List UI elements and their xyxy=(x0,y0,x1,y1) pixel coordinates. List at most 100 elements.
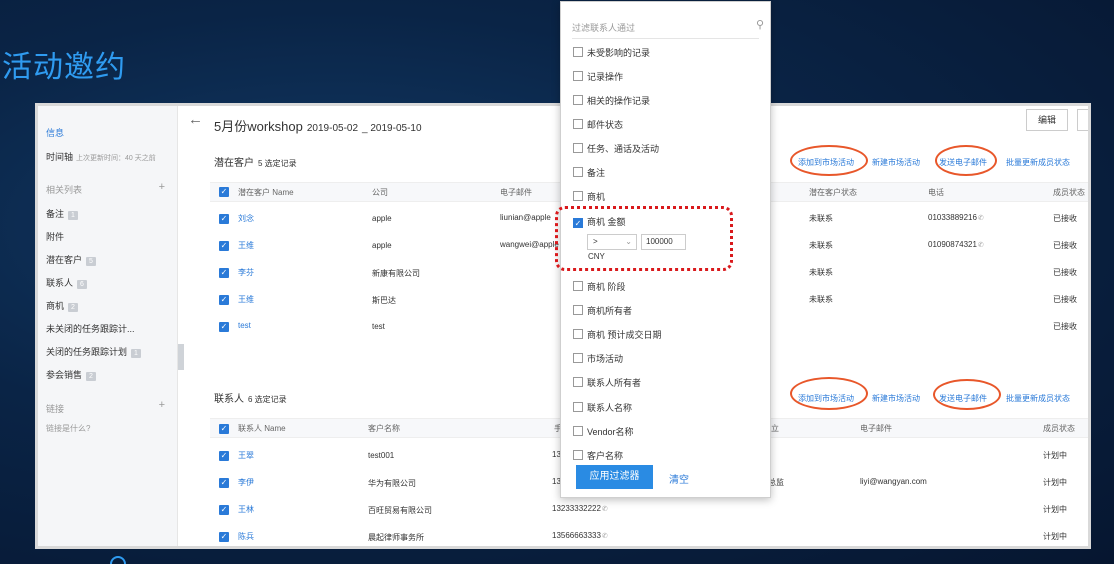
checkbox[interactable] xyxy=(573,167,583,177)
plus-icon[interactable]: + xyxy=(159,181,165,193)
apply-filter-button[interactable]: 应用过滤器 xyxy=(576,465,653,489)
filter-option[interactable]: 联系人所有者 xyxy=(573,376,641,389)
filter-option[interactable]: 商机 预计成交日期 xyxy=(573,328,662,341)
new-campaign-link[interactable]: 新建市场活动 xyxy=(872,393,920,404)
row-checkbox[interactable]: ✓ xyxy=(219,268,229,278)
column-header[interactable]: 电子邮件 xyxy=(500,187,532,198)
filter-option[interactable]: 记录操作 xyxy=(573,70,623,83)
lead-name-link[interactable]: 王维 xyxy=(238,294,254,305)
lead-phone[interactable]: 01090874321✆ xyxy=(928,240,984,249)
column-header[interactable]: 立 xyxy=(771,423,779,434)
column-header[interactable]: 潜在客户 Name xyxy=(238,187,294,198)
contact-phone[interactable]: 13233332222✆ xyxy=(552,504,608,513)
filter-option[interactable]: 任务、通话及活动 xyxy=(573,142,659,155)
bulk-update-status-link[interactable]: 批量更新成员状态 xyxy=(1006,157,1070,168)
row-checkbox[interactable]: ✓ xyxy=(219,322,229,332)
lead-status: 未联系 xyxy=(809,214,833,223)
back-arrow-icon[interactable]: ← xyxy=(188,111,203,128)
lead-name-link[interactable]: 李芬 xyxy=(238,267,254,278)
checkbox[interactable] xyxy=(573,95,583,105)
sidebar-item-attachments[interactable]: 附件 xyxy=(46,230,64,243)
column-header[interactable]: 电子邮件 xyxy=(860,423,892,434)
checkbox[interactable] xyxy=(573,426,583,436)
search-icon[interactable]: ⚲ xyxy=(756,18,764,31)
contact-account[interactable]: 晨起律师事务所 xyxy=(368,532,424,543)
bulk-update-status-link[interactable]: 批量更新成员状态 xyxy=(1006,393,1070,404)
filter-option[interactable]: 客户名称 xyxy=(573,449,623,462)
lead-name-link[interactable]: test xyxy=(238,321,251,330)
contact-account[interactable]: 华为有限公司 xyxy=(368,478,416,489)
row-checkbox[interactable]: ✓ xyxy=(219,505,229,515)
row-checkbox[interactable]: ✓ xyxy=(219,214,229,224)
column-header[interactable]: 成员状态 xyxy=(1043,423,1075,434)
sidebar-item-deals[interactable]: 商机 2 xyxy=(46,299,78,312)
checkbox[interactable] xyxy=(573,353,583,363)
sidebar-item-timeline[interactable]: 时间轴 上次更新时间：40 天之前 xyxy=(46,150,156,163)
row-checkbox[interactable]: ✓ xyxy=(219,478,229,488)
lead-email[interactable]: liunian@apple xyxy=(500,213,551,222)
checkbox[interactable] xyxy=(573,281,583,291)
sidebar-item-leads[interactable]: 潜在客户 5 xyxy=(46,253,96,266)
checkbox[interactable] xyxy=(573,143,583,153)
filter-option[interactable]: 商机 xyxy=(573,190,605,203)
checkbox[interactable] xyxy=(573,305,583,315)
new-campaign-link[interactable]: 新建市场活动 xyxy=(872,157,920,168)
plus-icon[interactable]: + xyxy=(159,399,165,411)
sidebar-item-contacts[interactable]: 联系人 6 xyxy=(46,276,87,289)
column-header[interactable]: 潜在客户状态 xyxy=(809,187,857,198)
column-header[interactable]: 电话 xyxy=(928,187,944,198)
lead-name-link[interactable]: 刘念 xyxy=(238,213,254,224)
filter-option[interactable]: 备注 xyxy=(573,166,605,179)
filter-option[interactable]: 商机所有者 xyxy=(573,304,632,317)
filter-option[interactable]: 市场活动 xyxy=(573,352,623,365)
filter-option[interactable]: 相关的操作记录 xyxy=(573,94,650,107)
filter-option[interactable]: 商机 阶段 xyxy=(573,280,626,293)
column-header[interactable]: 联系人 Name xyxy=(238,423,286,434)
row-checkbox[interactable]: ✓ xyxy=(219,241,229,251)
contact-name-link[interactable]: 王林 xyxy=(238,504,254,515)
sidebar-item-attending-sales[interactable]: 参会销售 2 xyxy=(46,368,96,381)
checkbox[interactable] xyxy=(573,119,583,129)
contact-account[interactable]: test001 xyxy=(368,451,394,460)
lead-email[interactable]: wangwei@apple xyxy=(500,240,559,249)
lead-phone[interactable]: 01033889216✆ xyxy=(928,213,984,222)
select-all-checkbox[interactable]: ✓ xyxy=(219,424,229,434)
filter-option[interactable]: 未受影响的记录 xyxy=(573,46,650,59)
filter-option[interactable]: 邮件状态 xyxy=(573,118,623,131)
checkbox[interactable] xyxy=(573,450,583,460)
count-badge: 6 xyxy=(77,280,87,289)
column-header[interactable]: 成员状态 xyxy=(1053,187,1085,198)
contact-name-link[interactable]: 陈兵 xyxy=(238,531,254,542)
row-checkbox[interactable]: ✓ xyxy=(219,532,229,542)
contact-name-link[interactable]: 王翠 xyxy=(238,450,254,461)
select-all-checkbox[interactable]: ✓ xyxy=(219,187,229,197)
contact-email[interactable]: liyi@wangyan.com xyxy=(860,477,927,486)
checkbox[interactable] xyxy=(573,329,583,339)
sidebar-item-open-tasks[interactable]: 未关闭的任务跟踪计... xyxy=(46,322,135,335)
filter-option[interactable]: Vendor名称 xyxy=(573,425,634,438)
contact-phone[interactable]: 13566663333✆ xyxy=(552,531,608,540)
sidebar-item-info[interactable]: 信息 xyxy=(46,126,64,139)
contact-account[interactable]: 百旺贸易有限公司 xyxy=(368,505,432,516)
more-actions-button[interactable] xyxy=(1077,109,1088,131)
filter-option[interactable]: 联系人名称 xyxy=(573,401,632,414)
count-badge: 5 xyxy=(86,257,96,266)
sidebar-item-notes[interactable]: 备注 1 xyxy=(46,207,78,220)
filter-search-input[interactable]: 过滤联系人通过 xyxy=(572,21,635,34)
lead-name-link[interactable]: 王维 xyxy=(238,240,254,251)
checkbox[interactable] xyxy=(573,377,583,387)
edit-button[interactable]: 编辑 xyxy=(1026,109,1068,131)
row-checkbox[interactable]: ✓ xyxy=(219,295,229,305)
row-checkbox[interactable]: ✓ xyxy=(219,451,229,461)
sidebar-collapse-handle[interactable] xyxy=(178,344,184,370)
contact-name-link[interactable]: 李伊 xyxy=(238,477,254,488)
column-header[interactable]: 公司 xyxy=(372,187,388,198)
checkbox[interactable] xyxy=(573,47,583,57)
sidebar-item-closed-tasks[interactable]: 关闭的任务跟踪计划 1 xyxy=(46,345,141,358)
checkbox[interactable] xyxy=(573,191,583,201)
links-help[interactable]: 链接是什么? xyxy=(46,423,90,434)
column-header[interactable]: 客户名称 xyxy=(368,423,400,434)
clear-filter-link[interactable]: 清空 xyxy=(669,471,689,486)
checkbox[interactable] xyxy=(573,71,583,81)
checkbox[interactable] xyxy=(573,402,583,412)
